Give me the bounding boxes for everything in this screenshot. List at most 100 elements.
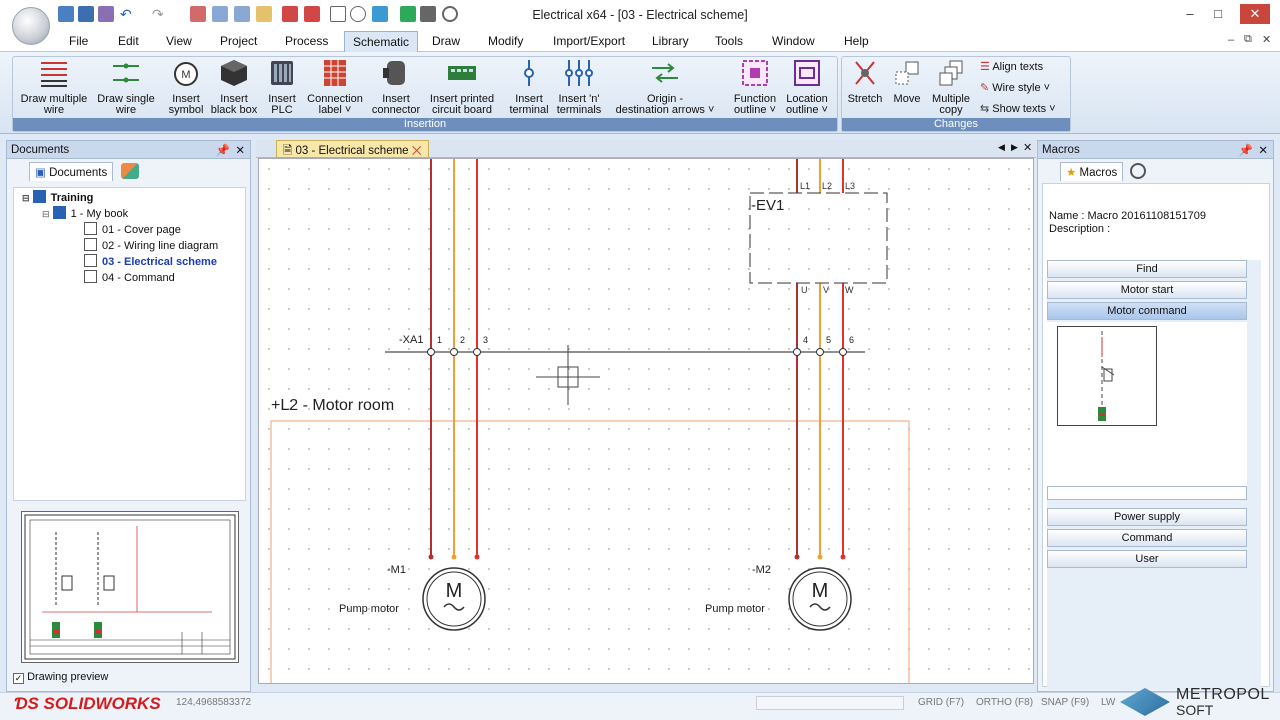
menu-help[interactable]: Help <box>844 34 869 48</box>
terminal-circle <box>427 348 435 356</box>
wire-style-button[interactable]: ✎ Wire style ˅ <box>980 81 1050 94</box>
insert-black-box-button[interactable]: Insert black box <box>208 58 260 116</box>
menu-library[interactable]: Library <box>652 34 689 48</box>
motor-letter: M <box>446 580 463 602</box>
insert-connector-label-2: connector <box>371 104 421 116</box>
menu-bar <box>0 30 1280 52</box>
pin-icon[interactable]: 📌 <box>216 143 230 157</box>
tab-bar-close-icon[interactable]: ✕ <box>1023 141 1032 154</box>
doc-tab-close-icon[interactable]: ✕ <box>412 145 422 157</box>
tab-macros[interactable]: ★ Macros <box>1060 162 1124 181</box>
components-tab-icon[interactable] <box>121 163 139 179</box>
function-outline-label-2: outline ˅ <box>734 104 776 116</box>
drawing-preview-toggle[interactable]: ✓ Drawing preview <box>13 671 108 684</box>
location-outline-button[interactable]: Location outline ˅ <box>780 58 834 116</box>
project-icon <box>32 190 46 203</box>
tree-book[interactable]: ⊟ 1 - My book <box>42 206 128 222</box>
minimize-button[interactable]: – <box>1178 4 1202 24</box>
maximize-button[interactable]: □ <box>1206 4 1230 24</box>
move-button[interactable]: Move <box>886 58 928 105</box>
page-icon <box>84 270 97 283</box>
origin-destination-arrows-button[interactable]: Origin - destination arrows ˅ <box>612 58 718 116</box>
connector-icon <box>383 61 405 85</box>
tree-root[interactable]: ⊟ Training <box>22 190 93 206</box>
macro-scrollbar[interactable] <box>1047 486 1247 500</box>
insert-pcb-button[interactable]: Insert printed circuit board <box>424 58 500 116</box>
close-button[interactable]: ✕ <box>1240 4 1270 24</box>
macro-description: Description : <box>1049 223 1111 235</box>
panel-close-icon[interactable]: ✕ <box>235 143 245 157</box>
menu-process[interactable]: Process <box>285 34 328 48</box>
insert-plc-button[interactable]: Insert PLC <box>262 58 302 116</box>
multiple-copy-button[interactable]: Multiple copy <box>928 58 974 116</box>
menu-modify[interactable]: Modify <box>488 34 523 48</box>
motor-m2[interactable]: M -M2 Pump motor <box>705 554 852 631</box>
drawing-canvas[interactable]: -EV1 L1 L2 L3 U V W -XA1 1 2 3 4 5 6 +L2… <box>258 158 1034 684</box>
tree-item-cover-page[interactable]: 01 - Cover page <box>84 222 181 238</box>
menu-file[interactable]: File <box>69 34 88 48</box>
macro-group-power-supply[interactable]: Power supply <box>1047 508 1247 526</box>
menu-view[interactable]: View <box>166 34 192 48</box>
tree-collapse-icon[interactable]: ⊟ <box>22 193 30 203</box>
macro-group-command[interactable]: Command <box>1047 529 1247 547</box>
plc-icon <box>271 61 293 85</box>
draw-single-wire-button[interactable]: Draw single wire <box>94 58 158 116</box>
tab-documents[interactable]: ▣ Documents <box>29 162 114 181</box>
multiple-copy-label-2: copy <box>939 104 963 116</box>
insert-terminal-button[interactable]: Insert terminal <box>504 58 554 116</box>
pin-icon[interactable]: 📌 <box>1239 143 1253 157</box>
grid-toggle[interactable]: GRID (F7) <box>918 697 964 708</box>
panel-close-icon[interactable]: ✕ <box>1258 143 1268 157</box>
insert-n-terminals-button[interactable]: Insert 'n' terminals <box>552 58 606 116</box>
tree-item-wiring-line-diagram[interactable]: 02 - Wiring line diagram <box>84 238 218 254</box>
insert-symbol-button[interactable]: M Insert symbol <box>162 58 210 116</box>
menu-draw[interactable]: Draw <box>432 34 460 48</box>
tab-scroll-left-icon[interactable]: ◀ <box>998 142 1005 153</box>
stretch-button[interactable]: Stretch <box>844 58 886 105</box>
insert-symbol-label-2: symbol <box>168 104 204 116</box>
draw-multiple-wire-button[interactable]: Draw multiple wire <box>16 58 92 116</box>
macro-groups: Find Motor start Motor command Power sup… <box>1047 260 1261 690</box>
menu-import-export[interactable]: Import/Export <box>553 34 625 48</box>
insert-connector-button[interactable]: Insert connector <box>368 58 424 116</box>
tab-scroll-right-icon[interactable]: ▶ <box>1011 142 1018 153</box>
macro-settings-icon[interactable] <box>1130 163 1146 179</box>
checkbox-checked-icon[interactable]: ✓ <box>13 673 24 684</box>
mdi-minimize-icon[interactable]: – <box>1228 34 1234 46</box>
drawing-preview <box>21 511 239 663</box>
tab-electrical-scheme[interactable]: 🗎 03 - Electrical scheme ✕ <box>276 140 429 158</box>
menu-tools[interactable]: Tools <box>715 34 743 48</box>
macro-group-user[interactable]: User <box>1047 550 1247 568</box>
macro-thumbnail[interactable] <box>1057 326 1157 426</box>
snap-toggle[interactable]: SNAP (F9) <box>1041 697 1089 708</box>
lineweight-toggle[interactable]: LW <box>1101 697 1115 708</box>
menu-window[interactable]: Window <box>772 34 815 48</box>
menu-schematic[interactable]: Schematic <box>344 31 419 52</box>
ortho-toggle[interactable]: ORTHO (F8) <box>976 697 1033 708</box>
mdi-close-icon[interactable]: ✕ <box>1262 33 1271 46</box>
connection-label-button[interactable]: Connection label ˅ <box>302 58 368 116</box>
macro-group-motor-start[interactable]: Motor start <box>1047 281 1247 299</box>
draw-single-wire-label-2: wire <box>115 104 137 116</box>
motor-m1[interactable]: M -M1 Pump motor <box>339 554 486 631</box>
connection-label-icon <box>324 60 346 86</box>
drawing-preview-label: Drawing preview <box>27 671 109 683</box>
menu-project[interactable]: Project <box>220 34 257 48</box>
mdi-restore-icon[interactable]: ⧉ <box>1244 33 1252 46</box>
macros-content: Name : Macro 20161108151709 Description … <box>1042 183 1270 690</box>
macro-group-motor-command[interactable]: Motor command <box>1047 302 1247 320</box>
crosshair-cursor <box>536 345 600 405</box>
terminal-strip-tag: -XA1 <box>399 334 423 346</box>
macro-group-find[interactable]: Find <box>1047 260 1247 278</box>
show-texts-button[interactable]: ⇆ Show texts ˅ <box>980 102 1056 115</box>
function-outline-button[interactable]: Function outline ˅ <box>728 58 782 116</box>
menu-edit[interactable]: Edit <box>118 34 139 48</box>
tree-item-command[interactable]: 04 - Command <box>84 270 175 286</box>
tree-item-label: 04 - Command <box>102 272 175 284</box>
tree-item-electrical-scheme[interactable]: 03 - Electrical scheme <box>84 254 217 270</box>
application-menu-button[interactable] <box>12 7 50 45</box>
motor-letter: M <box>812 580 829 602</box>
tree-collapse-icon[interactable]: ⊟ <box>42 209 50 219</box>
align-texts-button[interactable]: ☰ Align texts <box>980 60 1043 73</box>
macros-panel-header: Macros 📌 ✕ <box>1038 141 1273 159</box>
